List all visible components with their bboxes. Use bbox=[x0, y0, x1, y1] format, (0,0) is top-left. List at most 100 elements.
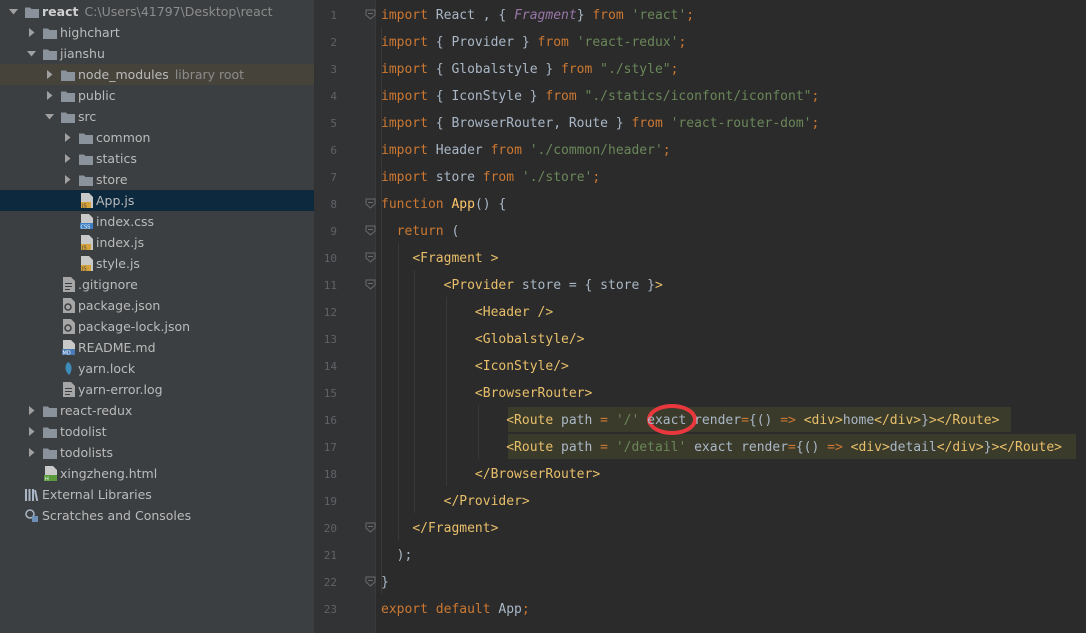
tree-item[interactable]: jianshu bbox=[0, 43, 314, 64]
line-number: 17 bbox=[323, 441, 337, 454]
tree-item[interactable]: node_modules library root bbox=[0, 64, 314, 85]
chevron-right-icon[interactable] bbox=[62, 133, 72, 143]
tree-item[interactable]: Hxingzheng.html bbox=[0, 463, 314, 484]
folder-icon bbox=[60, 67, 76, 82]
code-token: ; bbox=[662, 143, 671, 158]
tree-item-label: store bbox=[96, 172, 128, 187]
code-token: import bbox=[381, 62, 436, 77]
code-token: from bbox=[561, 62, 601, 77]
tree-item[interactable]: Scratches and Consoles bbox=[0, 505, 314, 526]
tree-item[interactable]: .gitignore bbox=[0, 274, 314, 295]
code-token: import bbox=[381, 89, 436, 104]
tree-item[interactable]: JS App.js bbox=[0, 190, 314, 211]
tree-item[interactable]: todolist bbox=[0, 421, 314, 442]
tree-item-label: todolist bbox=[60, 424, 107, 439]
code-token: ; bbox=[678, 35, 687, 50]
chevron-right-icon[interactable] bbox=[62, 154, 72, 164]
chevron-down-icon[interactable] bbox=[26, 49, 36, 59]
folder-icon bbox=[42, 403, 58, 418]
project-tree: react C:\Users\41797\Desktop\react highcha… bbox=[0, 0, 315, 633]
tree-item-label: App.js bbox=[96, 193, 135, 208]
tree-item[interactable]: store bbox=[0, 169, 314, 190]
code-line: </Provider> bbox=[381, 488, 530, 515]
code-token: => bbox=[780, 413, 804, 428]
chevron-down-icon[interactable] bbox=[8, 7, 18, 17]
code-token: ( bbox=[451, 224, 460, 239]
line-number: 4 bbox=[330, 90, 337, 103]
folder-icon bbox=[42, 445, 58, 460]
chevron-right-icon[interactable] bbox=[26, 448, 36, 458]
code-token: path bbox=[561, 413, 601, 428]
tree-item-label: jianshu bbox=[60, 46, 105, 61]
tree-item[interactable]: common bbox=[0, 127, 314, 148]
code-token: <BrowserRouter> bbox=[474, 386, 593, 401]
tree-item[interactable]: public bbox=[0, 85, 314, 106]
code-token: { IconStyle } bbox=[435, 89, 546, 104]
tree-item[interactable]: JS index.js bbox=[0, 232, 314, 253]
tree-item-label: Scratches and Consoles bbox=[42, 508, 192, 523]
tree-item[interactable]: JS style.js bbox=[0, 253, 314, 274]
code-line: <Provider store = { store }> bbox=[381, 272, 663, 299]
line-number: 12 bbox=[323, 306, 337, 319]
code-editor[interactable]: import React , { Fragment} from 'react';… bbox=[376, 0, 1086, 633]
tree-item[interactable]: package-lock.json bbox=[0, 316, 314, 337]
libraries-icon bbox=[24, 487, 40, 502]
code-token: exact bbox=[647, 413, 695, 428]
code-line: <Route path = '/' exact render={() => <d… bbox=[381, 407, 999, 434]
code-token: () { bbox=[474, 197, 507, 212]
tree-item[interactable]: statics bbox=[0, 148, 314, 169]
tree-item-label: react-redux bbox=[60, 403, 133, 418]
tree-item[interactable]: src bbox=[0, 106, 314, 127]
tree-item[interactable]: react C:\Users\41797\Desktop\react bbox=[0, 1, 314, 22]
code-line: import Header from './common/header'; bbox=[381, 137, 671, 164]
tree-item-label: xingzheng.html bbox=[60, 466, 158, 481]
chevron-right-icon[interactable] bbox=[44, 70, 54, 80]
code-token: ; bbox=[592, 170, 601, 185]
chevron-right-icon[interactable] bbox=[26, 28, 36, 38]
line-number: 16 bbox=[323, 414, 337, 427]
code-line: <IconStyle/> bbox=[381, 353, 569, 380]
code-token: "./style" bbox=[600, 62, 671, 77]
tree-item[interactable]: react-redux bbox=[0, 400, 314, 421]
tree-item[interactable]: package.json bbox=[0, 295, 314, 316]
html-file-icon: H bbox=[42, 466, 58, 481]
code-token: import bbox=[381, 116, 436, 131]
code-token: = bbox=[741, 413, 749, 428]
code-token: import bbox=[381, 35, 436, 50]
code-token: import bbox=[381, 170, 436, 185]
tree-item[interactable]: yarn-error.log bbox=[0, 379, 314, 400]
tree-item[interactable]: MD README.md bbox=[0, 337, 314, 358]
folder-icon bbox=[42, 46, 58, 61]
chevron-right-icon[interactable] bbox=[62, 175, 72, 185]
tree-item[interactable]: External Libraries bbox=[0, 484, 314, 505]
chevron-right-icon[interactable] bbox=[44, 91, 54, 101]
chevron-right-icon[interactable] bbox=[26, 427, 36, 437]
tree-item-hint: C:\Users\41797\Desktop\react bbox=[84, 4, 273, 19]
tree-item[interactable]: CSS index.css bbox=[0, 211, 314, 232]
tree-item[interactable]: todolists bbox=[0, 442, 314, 463]
chevron-down-icon[interactable] bbox=[44, 112, 54, 122]
svg-text:JS: JS bbox=[81, 246, 87, 251]
code-token: React , { bbox=[435, 8, 515, 23]
code-token: ; bbox=[811, 89, 820, 104]
js-file-icon: JS bbox=[78, 256, 94, 271]
code-token: </div> bbox=[874, 413, 922, 428]
tree-item-label: README.md bbox=[78, 340, 156, 355]
code-token: export default bbox=[381, 602, 499, 617]
code-token: <Provider bbox=[443, 278, 522, 293]
chevron-right-icon[interactable] bbox=[26, 406, 36, 416]
tree-item-label: style.js bbox=[96, 256, 140, 271]
line-number: 1 bbox=[330, 9, 337, 22]
log-file-icon bbox=[60, 382, 76, 397]
line-number: 15 bbox=[323, 387, 337, 400]
folder-icon bbox=[60, 88, 76, 103]
folder-icon bbox=[42, 25, 58, 40]
tree-item[interactable]: highchart bbox=[0, 22, 314, 43]
code-line: ); bbox=[381, 542, 413, 569]
tree-item[interactable]: yarn.lock bbox=[0, 358, 314, 379]
code-token: } bbox=[983, 440, 992, 455]
code-token: ></Route> bbox=[928, 413, 1000, 428]
code-token: './common/header' bbox=[529, 143, 663, 158]
